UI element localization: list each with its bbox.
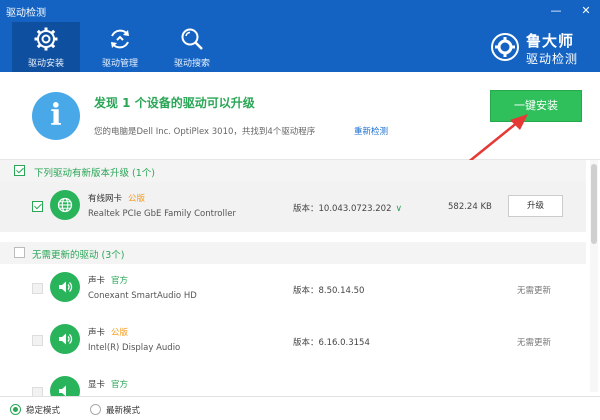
driver-badge: 公版 [128, 194, 146, 204]
driver-name: Realtek PCIe GbE Family Controller [88, 209, 236, 219]
driver-row[interactable]: 显卡 官方 [0, 368, 586, 396]
driver-badge: 公版 [111, 328, 129, 338]
tab-driver-manage[interactable]: 驱动管理 [86, 22, 154, 72]
rescan-link[interactable]: 重新检测 [354, 125, 388, 137]
close-icon[interactable]: ✕ [578, 3, 594, 19]
window-title: 驱动检测 [6, 8, 46, 19]
tab-label: 驱动搜索 [173, 59, 210, 69]
brand-name: 鲁大师 [526, 32, 575, 50]
summary-headline: 发现 1 个设备的驱动可以升级 [94, 96, 255, 110]
driver-version: 版本：8.50.14.50 [293, 286, 365, 296]
driver-row[interactable]: 声卡 公版 Intel(R) Display Audio 版本：6.16.0.31… [0, 316, 586, 366]
driver-name: Conexant SmartAudio HD [88, 291, 197, 301]
section-checkbox[interactable] [14, 165, 25, 176]
refresh-icon [111, 29, 129, 49]
driver-version: 版本：10.043.0723.202 ∨ [293, 204, 403, 214]
section-label: 无需更新的驱动 (3个) [32, 250, 125, 261]
driver-category: 声卡 官方 [88, 276, 129, 286]
stable-mode-radio[interactable] [10, 404, 21, 415]
latest-mode-label[interactable]: 最新模式 [106, 404, 140, 416]
gear-icon [34, 27, 58, 51]
driver-version: 版本：6.16.0.3154 [293, 338, 370, 348]
driver-status: 无需更新 [517, 286, 552, 296]
mode-footer: 稳定模式 最新模式 [0, 396, 600, 420]
tab-driver-search[interactable]: 驱动搜索 [158, 22, 226, 72]
section-label: 下列驱动有新版本升级 (1个) [34, 168, 155, 179]
section-checkbox[interactable] [14, 247, 25, 258]
speaker-icon [50, 272, 80, 302]
uptodate-section-header: 无需更新的驱动 (3个) [0, 242, 586, 264]
tab-driver-install[interactable]: 驱动安装 [12, 22, 80, 72]
driver-checkbox [32, 283, 43, 294]
driver-badge: 官方 [111, 380, 129, 390]
driver-checkbox[interactable] [32, 201, 43, 212]
tab-label: 驱动安装 [27, 59, 64, 69]
scrollbar[interactable] [590, 160, 598, 392]
globe-icon [50, 190, 80, 220]
driver-status: 无需更新 [517, 338, 552, 348]
driver-category: 有线网卡 公版 [88, 194, 146, 204]
driver-name: Intel(R) Display Audio [88, 343, 181, 353]
driver-category: 显卡 官方 [88, 380, 129, 390]
title-bar: 驱动检测 — ✕ [0, 0, 600, 22]
driver-checkbox [32, 335, 43, 346]
driver-row[interactable]: 有线网卡 公版 Realtek PCIe GbE Family Controlle… [0, 182, 586, 232]
upgradable-section-header: 下列驱动有新版本升级 (1个) [0, 160, 586, 182]
driver-size: 582.24 KB [448, 202, 492, 212]
tab-label: 驱动管理 [101, 59, 138, 69]
summary-subline: 您的电脑是Dell Inc. OptiPlex 3010，共找到4个驱动程序 [94, 127, 316, 137]
speaker-icon [50, 376, 80, 396]
driver-badge: 官方 [111, 276, 129, 286]
gear-logo-icon [491, 33, 519, 61]
speaker-icon [50, 324, 80, 354]
driver-row[interactable]: 声卡 官方 Conexant SmartAudio HD 版本：8.50.14.5… [0, 264, 586, 314]
chevron-down-icon[interactable]: ∨ [396, 204, 403, 214]
scrollbar-thumb[interactable] [591, 164, 597, 244]
brand-subtitle: 驱动检测 [526, 52, 579, 66]
stable-mode-label[interactable]: 稳定模式 [26, 404, 60, 416]
upgrade-button[interactable]: 升级 [508, 195, 563, 217]
info-icon: i [32, 92, 80, 140]
brand-logo: 鲁大师 驱动检测 [490, 30, 600, 66]
latest-mode-radio[interactable] [90, 404, 101, 415]
driver-category: 声卡 公版 [88, 328, 129, 338]
minimize-icon[interactable]: — [548, 3, 564, 19]
header: 驱动安装 驱动管理 驱动搜索 鲁大师 驱动检测 [0, 22, 600, 72]
search-icon [181, 28, 203, 50]
driver-checkbox [32, 387, 43, 396]
